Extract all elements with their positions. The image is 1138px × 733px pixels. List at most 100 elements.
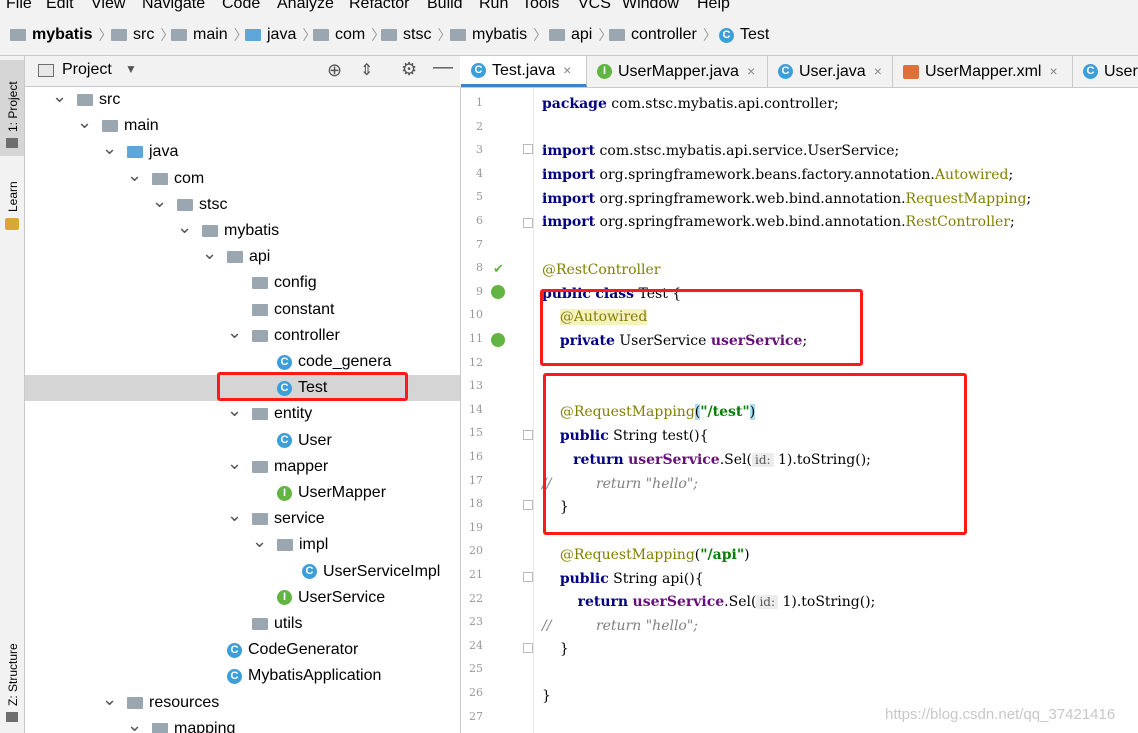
tree-node-text: service xyxy=(274,510,325,528)
tree-node-entity[interactable]: ⌄ entity xyxy=(25,400,460,427)
tree-node-label: mapping xyxy=(152,716,235,733)
chevron-down-icon[interactable]: ⌄ xyxy=(177,214,192,240)
breadcrumb-item-stsc[interactable]: stsc 〉 xyxy=(381,25,451,45)
tree-node-constant[interactable]: constant xyxy=(25,297,460,323)
menu-tools[interactable]: Tools xyxy=(522,0,559,14)
chevron-down-icon[interactable]: ⌄ xyxy=(127,712,142,733)
tree-node-com[interactable]: ⌄ com xyxy=(25,165,460,192)
structure-tool-label[interactable]: Z: Structure xyxy=(6,643,20,706)
tree-node-java[interactable]: ⌄ java xyxy=(25,138,460,165)
collapse-all-icon[interactable]: ⇕ xyxy=(360,60,373,80)
line-number: 15 xyxy=(469,426,483,440)
chevron-down-icon[interactable]: ⌄ xyxy=(52,87,67,109)
close-icon[interactable]: × xyxy=(563,56,571,86)
chevron-down-icon[interactable]: ⌄ xyxy=(252,528,267,554)
locate-icon[interactable]: ⊕ xyxy=(327,60,342,81)
tree-node-mapping[interactable]: ⌄ mapping xyxy=(25,715,460,733)
chevron-down-icon[interactable]: ⌄ xyxy=(227,450,242,476)
project-panel-title[interactable]: Project xyxy=(62,61,112,79)
tab-usermapper-xml[interactable]: UserMapper.xml × xyxy=(893,56,1073,87)
menu-analyze[interactable]: Analyze xyxy=(277,0,334,14)
tab-user-java[interactable]: C User.java × xyxy=(768,56,893,87)
breadcrumb-item-src[interactable]: src 〉 xyxy=(111,25,174,45)
editor-tab-bar: C Test.java × I UserMapper.java × C User.java × U… xyxy=(461,56,1138,88)
menu-build[interactable]: Build xyxy=(427,0,463,14)
package-icon xyxy=(152,722,168,733)
fold-marker-icon[interactable] xyxy=(523,572,533,582)
menu-code[interactable]: Code xyxy=(222,0,260,14)
breadcrumb-label: api xyxy=(571,26,593,43)
breadcrumb-item-api[interactable]: api 〉 xyxy=(549,25,612,45)
learn-tool-label[interactable]: Learn xyxy=(6,181,20,212)
line-number: 18 xyxy=(469,497,483,511)
fold-marker-icon[interactable] xyxy=(523,430,533,440)
tree-node-mybatis[interactable]: ⌄ mybatis xyxy=(25,217,460,244)
menu-help[interactable]: Help xyxy=(697,0,730,14)
breadcrumb-item-controller[interactable]: controller 〉 xyxy=(609,25,717,45)
chevron-down-icon[interactable]: ⌄ xyxy=(152,188,167,214)
tab-user[interactable]: C User xyxy=(1073,56,1138,87)
close-icon[interactable]: × xyxy=(1049,56,1057,87)
breadcrumb-item-mybatis[interactable]: mybatis 〉 xyxy=(450,25,547,45)
spring-bean-icon[interactable]: ✔ xyxy=(493,261,507,276)
tree-node-config[interactable]: config xyxy=(25,270,460,296)
tab-usermapper-java[interactable]: I UserMapper.java × xyxy=(587,56,768,87)
spring-class-icon[interactable] xyxy=(491,285,505,299)
menu-window[interactable]: Window xyxy=(622,0,679,14)
fold-marker-icon[interactable] xyxy=(523,500,533,510)
close-icon[interactable]: × xyxy=(874,56,882,87)
tree-node-user[interactable]: C User xyxy=(25,428,460,454)
tree-node-mapper[interactable]: ⌄ mapper xyxy=(25,453,460,480)
line-number: 13 xyxy=(469,379,483,393)
breadcrumb-item-mybatis[interactable]: mybatis 〉 xyxy=(10,25,112,45)
close-icon[interactable]: × xyxy=(747,56,755,87)
menu-run[interactable]: Run xyxy=(479,0,508,14)
chevron-down-icon[interactable]: ▼ xyxy=(125,62,137,76)
package-icon xyxy=(152,172,168,185)
breadcrumb-item-java[interactable]: java 〉 xyxy=(245,25,316,45)
breadcrumb-label: com xyxy=(335,26,366,43)
menu-refactor[interactable]: Refactor xyxy=(349,0,409,14)
chevron-down-icon[interactable]: ⌄ xyxy=(77,109,92,135)
fold-marker-icon[interactable] xyxy=(523,643,533,653)
tree-node-mybatisapplication[interactable]: C MybatisApplication xyxy=(25,663,460,689)
project-tool-label[interactable]: 1: Project xyxy=(6,81,20,132)
menu-vcs[interactable]: VCS xyxy=(578,0,611,14)
spring-autowire-icon[interactable] xyxy=(491,333,505,347)
menu-navigate[interactable]: Navigate xyxy=(142,0,205,14)
breadcrumb-item-main[interactable]: main 〉 xyxy=(171,25,248,45)
tree-node-codegenerator[interactable]: C CodeGenerator xyxy=(25,637,460,663)
gear-icon[interactable]: ⚙ xyxy=(401,59,417,80)
tab-test-java[interactable]: C Test.java × xyxy=(461,56,587,87)
tree-node-controller[interactable]: ⌄ controller xyxy=(25,322,460,349)
chevron-down-icon[interactable]: ⌄ xyxy=(102,135,117,161)
folder-icon xyxy=(127,696,143,709)
menu-view[interactable]: View xyxy=(91,0,125,14)
line-number: 11 xyxy=(469,332,483,345)
minimize-icon[interactable]: — xyxy=(433,56,453,79)
fold-marker-icon[interactable] xyxy=(523,144,533,154)
chevron-down-icon[interactable]: ⌄ xyxy=(102,686,117,712)
tree-node-stsc[interactable]: ⌄ stsc xyxy=(25,191,460,218)
tree-node-main[interactable]: ⌄ main xyxy=(25,112,460,139)
chevron-down-icon[interactable]: ⌄ xyxy=(227,397,242,423)
tree-node-impl[interactable]: ⌄ impl xyxy=(25,531,460,558)
tree-node-utils[interactable]: utils xyxy=(25,611,460,637)
breadcrumb-item-com[interactable]: com 〉 xyxy=(313,25,385,45)
chevron-down-icon[interactable]: ⌄ xyxy=(227,502,242,528)
tree-node-resources[interactable]: ⌄ resources xyxy=(25,689,460,716)
menu-edit[interactable]: Edit xyxy=(46,0,74,14)
chevron-down-icon[interactable]: ⌄ xyxy=(202,240,217,266)
tree-node-userservice[interactable]: I UserService xyxy=(25,585,460,611)
tree-node-api[interactable]: ⌄ api xyxy=(25,243,460,270)
tree-node-usermapper[interactable]: I UserMapper xyxy=(25,480,460,506)
line-number: 2 xyxy=(476,119,483,133)
chevron-down-icon[interactable]: ⌄ xyxy=(227,319,242,345)
chevron-down-icon[interactable]: ⌄ xyxy=(127,162,142,188)
folder-icon xyxy=(171,29,187,41)
tree-node-userserviceimpl[interactable]: C UserServiceImpl xyxy=(25,559,460,585)
menu-file[interactable]: File xyxy=(6,0,32,14)
breadcrumb-item-test[interactable]: C Test xyxy=(719,25,769,45)
fold-marker-icon[interactable] xyxy=(523,218,533,228)
tree-node-service[interactable]: ⌄ service xyxy=(25,505,460,532)
